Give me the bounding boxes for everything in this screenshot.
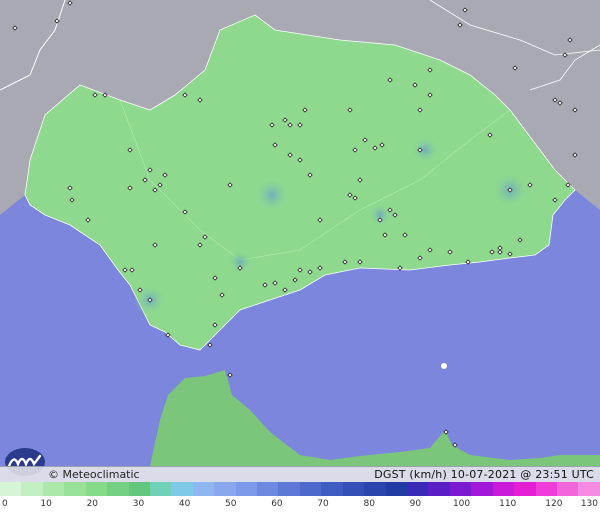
- legend-tick: 50: [225, 499, 237, 509]
- legend-swatch: [128, 482, 150, 496]
- legend-swatch: [385, 482, 408, 496]
- legend-tick: 100: [452, 499, 471, 509]
- gibraltar-marker: [441, 363, 447, 369]
- legend-swatch: [556, 482, 579, 496]
- legend-swatch: [0, 482, 22, 496]
- legend-tick: 40: [178, 499, 191, 509]
- legend-tick: 120: [545, 499, 563, 509]
- wind-gust-map: [0, 0, 600, 466]
- legend-tick: 0: [2, 499, 8, 509]
- legend-swatch: [578, 482, 600, 496]
- legend-swatch: [257, 482, 279, 496]
- gust-spot: [254, 177, 290, 213]
- legend-swatch: [492, 482, 515, 496]
- legend-swatch: [321, 482, 343, 496]
- legend-swatch: [107, 482, 129, 496]
- legend-swatch: [449, 482, 472, 496]
- info-bar: © Meteoclimatic DGST (km/h) 10-07-2021 @…: [0, 466, 600, 482]
- legend-swatches: [0, 482, 600, 496]
- legend-tick: 90: [409, 499, 422, 509]
- legend-swatch: [342, 482, 365, 496]
- gust-spot: [411, 136, 439, 164]
- legend-swatch: [407, 482, 429, 496]
- legend-tick: 80: [363, 499, 375, 509]
- legend-swatch: [64, 482, 86, 496]
- legend-swatch: [535, 482, 557, 496]
- legend-swatch: [299, 482, 322, 496]
- legend-tick: 30: [132, 499, 145, 509]
- legend-swatch: [278, 482, 300, 496]
- map-info-label: DGST (km/h) 10-07-2021 @ 23:51 UTC: [374, 468, 594, 481]
- legend-swatch: [471, 482, 493, 496]
- legend-swatch: [192, 482, 215, 496]
- legend-tick: 70: [317, 499, 329, 509]
- legend-swatch: [171, 482, 193, 496]
- legend-tick: 20: [86, 499, 99, 509]
- credit-label: © Meteoclimatic: [48, 468, 140, 481]
- legend-tick: 110: [499, 499, 517, 509]
- legend-tick: 10: [40, 499, 52, 509]
- legend-swatch: [42, 482, 65, 496]
- legend-swatch: [428, 482, 450, 496]
- gust-spot: [368, 203, 392, 227]
- color-legend: 0 10 20 30 40 50 60 70 80 90 100 110 120 130: [0, 482, 600, 517]
- legend-swatch: [214, 482, 236, 496]
- legend-swatch: [514, 482, 536, 496]
- legend-tick: 60: [271, 499, 283, 509]
- legend-tick: 130: [580, 499, 598, 509]
- legend-swatch: [149, 482, 172, 496]
- legend-swatch: [21, 482, 43, 496]
- legend-swatch: [364, 482, 386, 496]
- legend-swatch: [235, 482, 258, 496]
- legend-ticks: 0 10 20 30 40 50 60 70 80 90 100 110 120 130: [0, 496, 600, 517]
- legend-swatch: [85, 482, 108, 496]
